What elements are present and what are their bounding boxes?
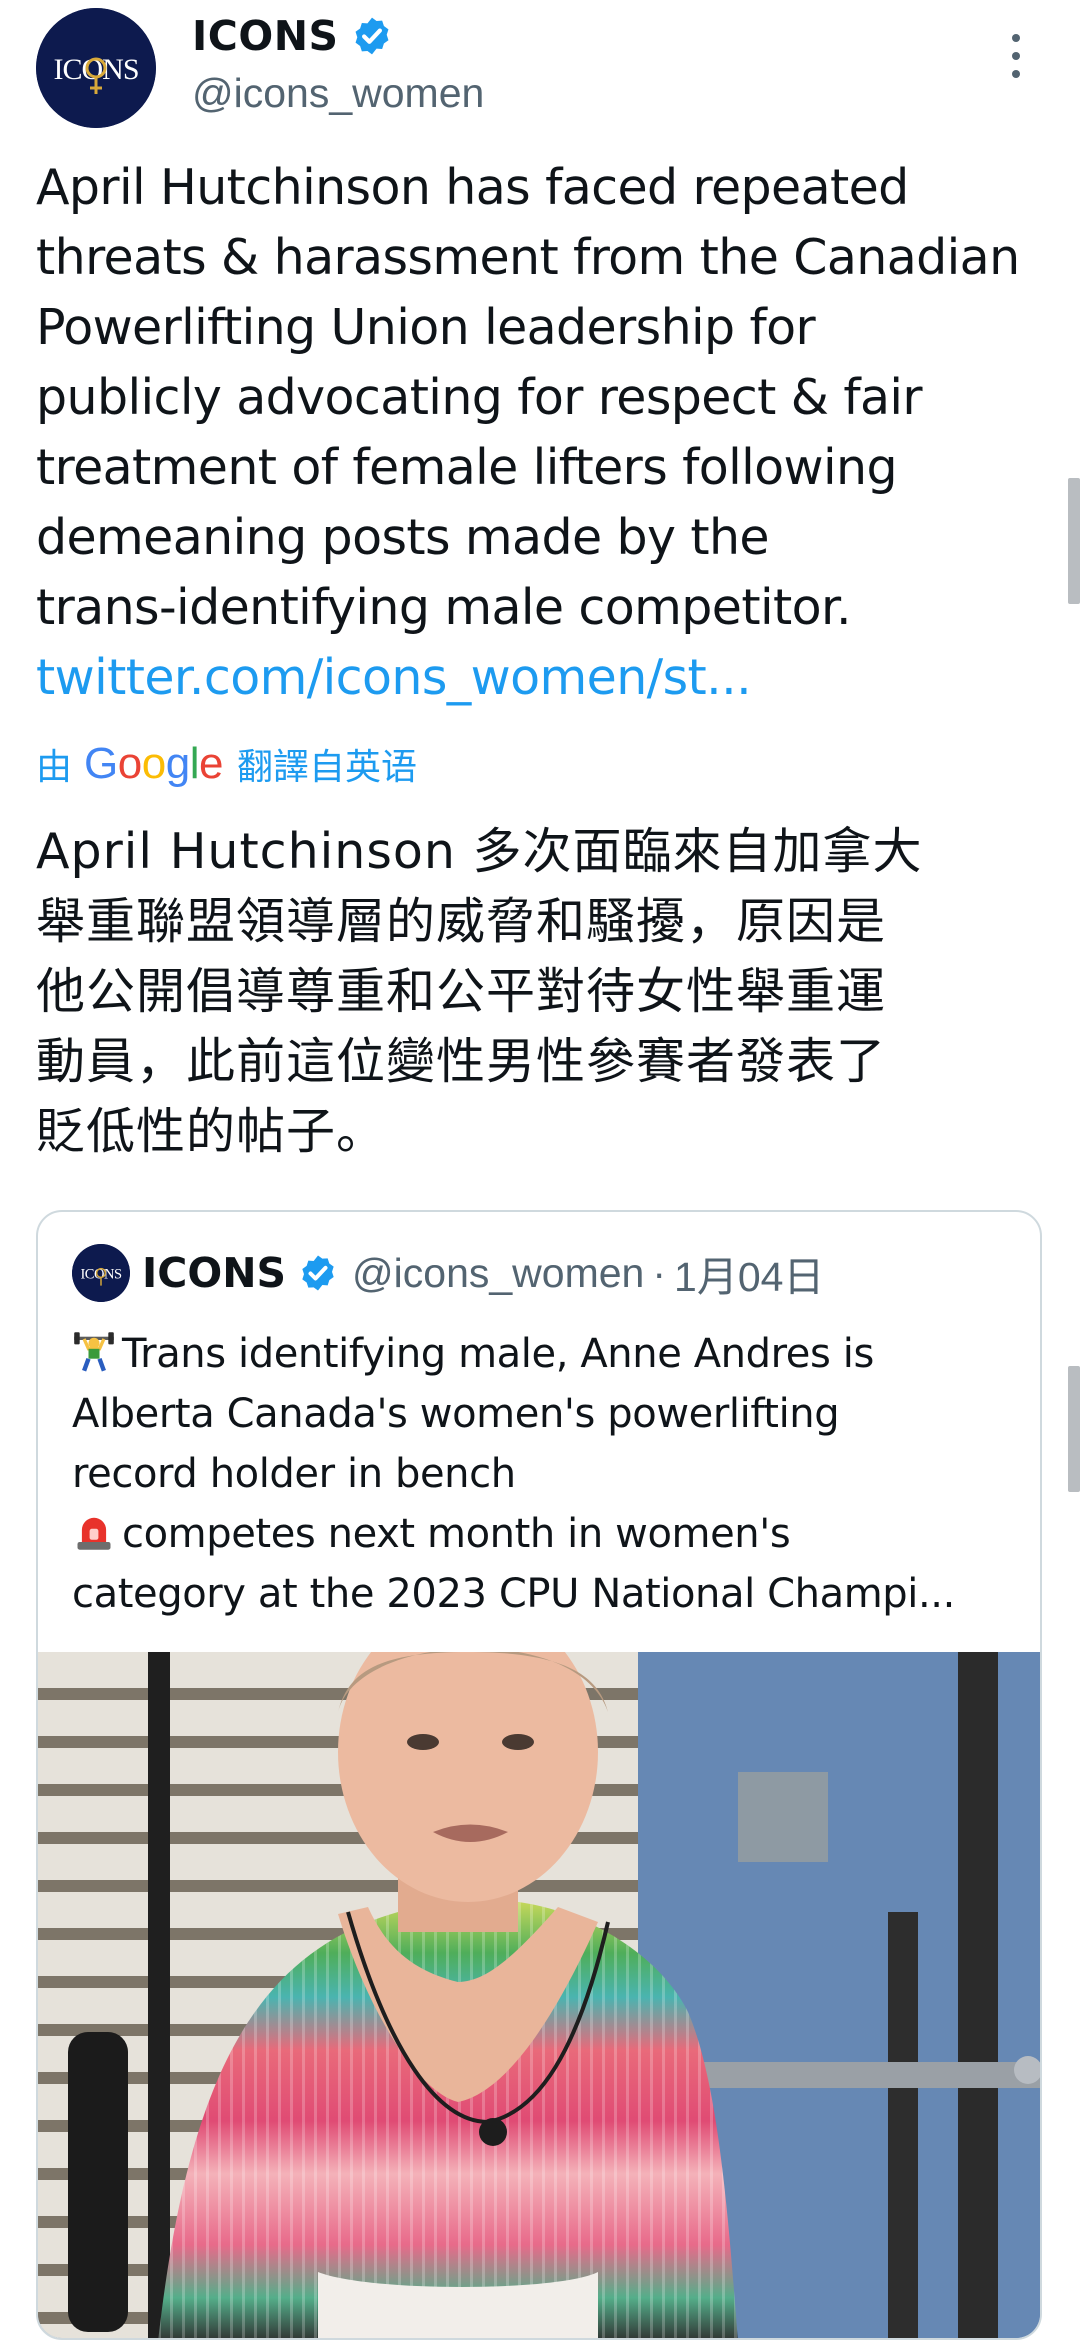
quoted-author-handle: @icons_women [352, 1249, 645, 1296]
siren-emoji [77, 1517, 111, 1550]
tweet-text: April Hutchinson has faced repeated thre… [36, 159, 1020, 636]
quoted-line: Alberta Canada's women's powerlifting [72, 1391, 840, 1437]
more-dot [1012, 70, 1020, 78]
author-name-row[interactable]: ICONS [192, 12, 393, 60]
translated-text: April Hutchinson 多次面臨來自加拿大 舉重聯盟領導層的威脅和騷擾… [36, 823, 923, 1160]
translation-suffix: 翻譯自英语 [236, 746, 417, 787]
icons-logo: ICONS [72, 1244, 130, 1302]
media-photo [38, 1652, 1040, 2338]
author-handle[interactable]: @icons_women [192, 70, 484, 117]
quoted-line: competes next month in women's [72, 1504, 1022, 1564]
quoted-tweet-date: 1月04日 [674, 1254, 825, 1300]
more-dot [1012, 34, 1020, 42]
separator-dot: · [652, 1249, 667, 1296]
more-dot [1012, 52, 1020, 60]
translation-prefix: 由 [36, 746, 73, 787]
verified-badge-icon [302, 1255, 334, 1291]
quoted-line: record holder in bench [72, 1451, 516, 1497]
verified-badge-icon [355, 17, 388, 55]
weightlifter-emoji [74, 1332, 114, 1372]
translation-attribution[interactable]: 由 Google 翻譯自英语 [36, 736, 417, 792]
quoted-tweet[interactable]: ICONS ICONS @icons_women · 1月04日 Trans i… [36, 1210, 1042, 2340]
icons-logo: ICONS [36, 8, 156, 128]
quoted-tweet-header: ICONS ICONS @icons_women · 1月04日 [72, 1242, 824, 1304]
tweet-link[interactable]: twitter.com/icons_women/st... [36, 643, 752, 713]
quoted-author-avatar: ICONS [72, 1244, 130, 1302]
google-logo: Google [84, 739, 223, 788]
more-vertical-icon[interactable] [1010, 34, 1022, 78]
author-avatar[interactable]: ICONS [36, 8, 156, 128]
quoted-author-name: ICONS [142, 1249, 287, 1297]
tweet-header: ICONS ICONS @icons_women [36, 8, 1046, 128]
author-name[interactable]: ICONS [192, 12, 339, 60]
scrollbar-thumb-upper[interactable] [1068, 478, 1080, 604]
quoted-tweet-text: Trans identifying male, Anne Andres is A… [72, 1324, 1022, 1624]
quoted-tweet-media[interactable] [38, 1652, 1040, 2338]
quoted-line: Trans identifying male, Anne Andres is [72, 1324, 1022, 1384]
quoted-line: category at the 2023 CPU National Champi… [72, 1571, 955, 1617]
scrollbar-thumb-lower[interactable] [1068, 1366, 1080, 1492]
